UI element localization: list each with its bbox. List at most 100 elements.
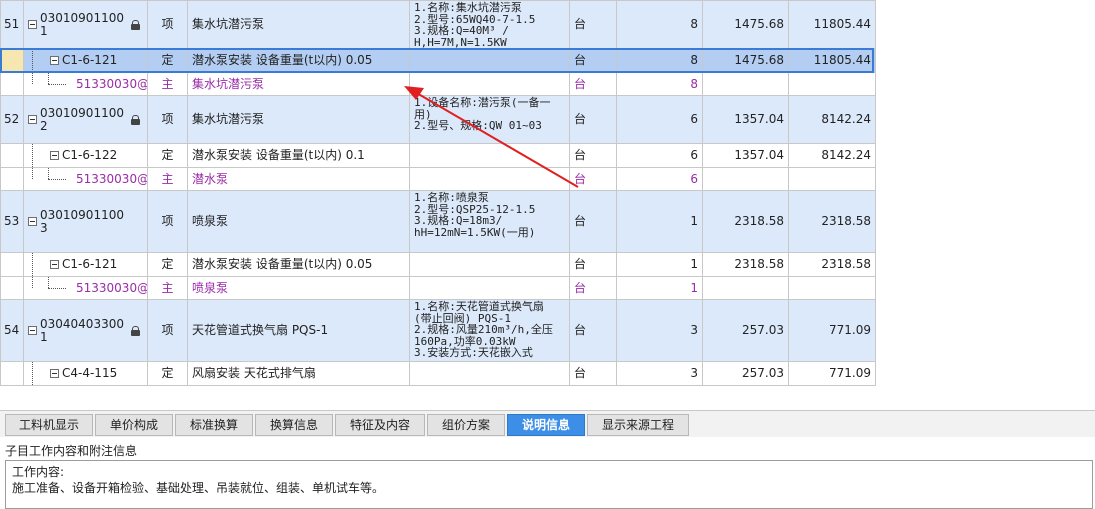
- bill-item-row[interactable]: 54 03040403300 1 项天花管道式换气扇 PQS-1 1.名称:天花管道式…: [0, 299, 876, 362]
- collapse-tree-icon[interactable]: [50, 151, 59, 160]
- item-features-cell[interactable]: [409, 276, 570, 300]
- collapse-tree-icon[interactable]: [50, 369, 59, 378]
- info-text-box[interactable]: 工作内容: 施工准备、设备开箱检验、基础处理、吊装就位、组装、单机试车等。: [5, 460, 1093, 509]
- item-total-cell[interactable]: 771.09: [788, 361, 876, 386]
- row-number-cell[interactable]: [0, 143, 24, 168]
- item-code-cell[interactable]: 03010901100 1: [23, 0, 148, 49]
- item-name-cell[interactable]: 喷泉泵: [187, 190, 410, 253]
- item-quantity-cell[interactable]: 6: [616, 143, 703, 168]
- item-unit-price-cell[interactable]: 2318.58: [702, 190, 789, 253]
- collapse-tree-icon[interactable]: [28, 217, 37, 226]
- main-material-row[interactable]: 51330030@3主喷泉泵 台1: [0, 276, 876, 300]
- item-unit-cell[interactable]: 台: [569, 72, 617, 96]
- item-unit-price-cell[interactable]: 1475.68: [702, 48, 789, 73]
- row-number-cell[interactable]: [0, 48, 24, 73]
- item-type-cell[interactable]: 定: [147, 48, 188, 73]
- item-features-cell[interactable]: 1.名称:喷泉泵 2.型号:QSP25-12-1.5 3.规格:Q=18m3/ …: [409, 190, 570, 253]
- item-unit-cell[interactable]: 台: [569, 276, 617, 300]
- item-type-cell[interactable]: 项: [147, 190, 188, 253]
- item-unit-cell[interactable]: 台: [569, 143, 617, 168]
- main-material-row[interactable]: 51330030@1主集水坑潜污泵 台8: [0, 72, 876, 96]
- item-type-cell[interactable]: 项: [147, 95, 188, 144]
- row-number-cell[interactable]: [0, 361, 24, 386]
- item-unit-cell[interactable]: 台: [569, 0, 617, 49]
- item-unit-price-cell[interactable]: 1357.04: [702, 95, 789, 144]
- item-quantity-cell[interactable]: 8: [616, 48, 703, 73]
- item-features-cell[interactable]: [409, 252, 570, 277]
- item-features-cell[interactable]: [409, 72, 570, 96]
- item-features-cell[interactable]: [409, 48, 570, 73]
- item-unit-price-cell[interactable]: [702, 72, 789, 96]
- item-total-cell[interactable]: [788, 167, 876, 191]
- item-unit-cell[interactable]: 台: [569, 48, 617, 73]
- item-quantity-cell[interactable]: 1: [616, 252, 703, 277]
- item-name-cell[interactable]: 集水坑潜污泵: [187, 72, 410, 96]
- item-quantity-cell[interactable]: 8: [616, 72, 703, 96]
- item-code-cell[interactable]: 03010901100 2: [23, 95, 148, 144]
- item-features-cell[interactable]: [409, 361, 570, 386]
- collapse-tree-icon[interactable]: [28, 20, 37, 29]
- collapse-tree-icon[interactable]: [50, 56, 59, 65]
- item-unit-price-cell[interactable]: [702, 276, 789, 300]
- item-total-cell[interactable]: [788, 72, 876, 96]
- item-name-cell[interactable]: 潜水泵安装 设备重量(t以内) 0.1: [187, 143, 410, 168]
- item-code-cell[interactable]: 03040403300 1: [23, 299, 148, 362]
- item-type-cell[interactable]: 主: [147, 276, 188, 300]
- item-name-cell[interactable]: 潜水泵安装 设备重量(t以内) 0.05: [187, 252, 410, 277]
- row-number-cell[interactable]: [0, 252, 24, 277]
- item-unit-cell[interactable]: 台: [569, 252, 617, 277]
- tab-source-project[interactable]: 显示来源工程: [587, 414, 689, 436]
- item-name-cell[interactable]: 潜水泵: [187, 167, 410, 191]
- quota-row[interactable]: C1-6-121 定潜水泵安装 设备重量(t以内) 0.05 台 8 1475.68 11…: [0, 48, 876, 73]
- item-unit-price-cell[interactable]: 257.03: [702, 299, 789, 362]
- item-quantity-cell[interactable]: 6: [616, 95, 703, 144]
- collapse-tree-icon[interactable]: [28, 115, 37, 124]
- item-type-cell[interactable]: 主: [147, 167, 188, 191]
- item-features-cell[interactable]: 1.名称:集水坑潜污泵 2.型号:65WQ40-7-1.5 3.规格:Q=40M…: [409, 0, 570, 49]
- item-unit-cell[interactable]: 台: [569, 167, 617, 191]
- item-code-cell[interactable]: C1-6-122: [23, 143, 148, 168]
- item-features-cell[interactable]: 1.设备名称:潜污泵(一备一 用) 2.型号、规格:QW 01~03: [409, 95, 570, 144]
- row-number-cell[interactable]: 51: [0, 0, 24, 49]
- item-unit-price-cell[interactable]: 2318.58: [702, 252, 789, 277]
- item-code-cell[interactable]: 51330030@3: [23, 276, 148, 300]
- item-name-cell[interactable]: 集水坑潜污泵: [187, 0, 410, 49]
- item-features-cell[interactable]: [409, 143, 570, 168]
- item-quantity-cell[interactable]: 8: [616, 0, 703, 49]
- tab-description[interactable]: 说明信息: [507, 414, 585, 436]
- main-material-row[interactable]: 51330030@2主潜水泵 台6: [0, 167, 876, 191]
- tab-features-content[interactable]: 特征及内容: [335, 414, 425, 436]
- item-features-cell[interactable]: 1.名称:天花管道式换气扇 (带止回阀) PQS-1 2.规格:风量210m³/…: [409, 299, 570, 362]
- item-type-cell[interactable]: 项: [147, 0, 188, 49]
- bill-item-row[interactable]: 51 03010901100 1 项集水坑潜污泵 1.名称:集水坑潜污泵 2.型号:6…: [0, 0, 876, 49]
- item-total-cell[interactable]: 8142.24: [788, 95, 876, 144]
- item-quantity-cell[interactable]: 1: [616, 190, 703, 253]
- item-code-cell[interactable]: C1-6-121: [23, 48, 148, 73]
- quota-row[interactable]: C1-6-122 定潜水泵安装 设备重量(t以内) 0.1 台 6 1357.04 814…: [0, 143, 876, 168]
- item-code-cell[interactable]: 03010901100 3: [23, 190, 148, 253]
- item-code-cell[interactable]: 51330030@2: [23, 167, 148, 191]
- item-name-cell[interactable]: 潜水泵安装 设备重量(t以内) 0.05: [187, 48, 410, 73]
- item-total-cell[interactable]: 771.09: [788, 299, 876, 362]
- item-type-cell[interactable]: 定: [147, 143, 188, 168]
- item-unit-cell[interactable]: 台: [569, 95, 617, 144]
- item-type-cell[interactable]: 主: [147, 72, 188, 96]
- item-unit-cell[interactable]: 台: [569, 361, 617, 386]
- collapse-tree-icon[interactable]: [28, 326, 37, 335]
- bill-item-row[interactable]: 53 03010901100 3 项喷泉泵 1.名称:喷泉泵 2.型号:QSP25-1…: [0, 190, 876, 253]
- item-unit-price-cell[interactable]: 257.03: [702, 361, 789, 386]
- item-total-cell[interactable]: 11805.44: [788, 0, 876, 49]
- item-total-cell[interactable]: 8142.24: [788, 143, 876, 168]
- item-type-cell[interactable]: 项: [147, 299, 188, 362]
- item-quantity-cell[interactable]: 3: [616, 361, 703, 386]
- item-name-cell[interactable]: 风扇安装 天花式排气扇: [187, 361, 410, 386]
- collapse-tree-icon[interactable]: [50, 260, 59, 269]
- item-code-cell[interactable]: 51330030@1: [23, 72, 148, 96]
- item-total-cell[interactable]: 2318.58: [788, 252, 876, 277]
- item-type-cell[interactable]: 定: [147, 252, 188, 277]
- row-number-cell[interactable]: [0, 276, 24, 300]
- tab-pricing-scheme[interactable]: 组价方案: [427, 414, 505, 436]
- item-name-cell[interactable]: 集水坑潜污泵: [187, 95, 410, 144]
- row-number-cell[interactable]: [0, 167, 24, 191]
- tab-unit-price[interactable]: 单价构成: [95, 414, 173, 436]
